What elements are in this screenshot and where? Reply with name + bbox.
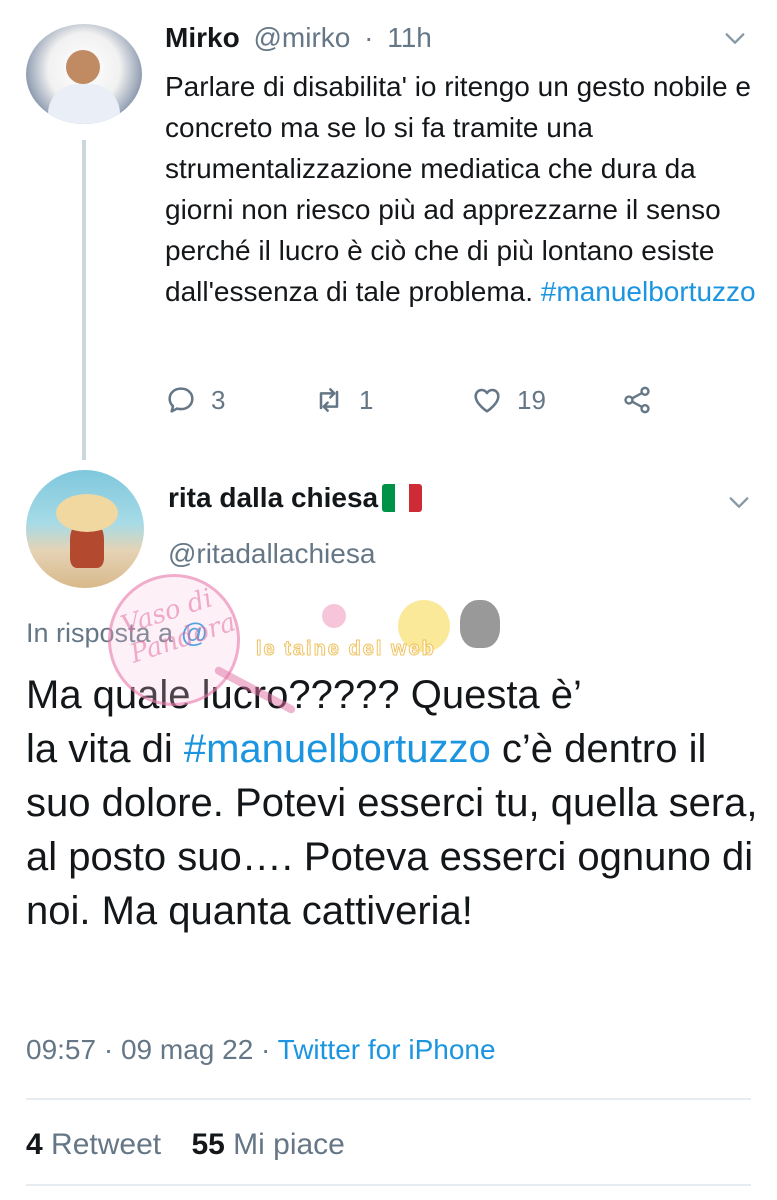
reply-author-name[interactable]: Mirko xyxy=(165,22,240,53)
tweet-source-link[interactable]: Twitter for iPhone xyxy=(278,1034,496,1065)
retweets-stat-label: Retweet xyxy=(51,1128,162,1161)
share-icon xyxy=(621,384,653,416)
reply-text-body: Parlare di disabilita' io ritengo un ges… xyxy=(165,71,751,307)
divider xyxy=(26,1098,751,1100)
likes-stat-label: Mi piace xyxy=(233,1128,345,1161)
retweets-stat-count: 4 xyxy=(26,1128,43,1161)
reply-time[interactable]: 11h xyxy=(387,22,432,53)
reply-count: 3 xyxy=(211,384,226,415)
tweet-hashtag-link[interactable]: #manuelbortuzzo xyxy=(184,727,491,771)
tweet-text-prefix: la vita di xyxy=(26,727,184,771)
reply-author-avatar[interactable] xyxy=(26,24,142,124)
reply-to-label: In risposta a xyxy=(26,618,174,648)
reply-menu-chevron-down-icon[interactable] xyxy=(724,28,746,50)
reply-header: Mirko @mirko · 11h xyxy=(165,22,432,58)
likes-stat[interactable]: 55 Mi piace xyxy=(191,1128,344,1161)
author-avatar[interactable] xyxy=(26,470,144,588)
tweet-text-line1: Ma quale lucro????? Questa è’ xyxy=(26,673,582,717)
retweets-stat[interactable]: 4 Retweet xyxy=(26,1128,161,1161)
like-button[interactable]: 19 xyxy=(471,380,546,420)
tweet-timestamp: 09:57 · 09 mag 22 · xyxy=(26,1034,278,1065)
tweet-text: Ma quale lucro????? Questa è’ la vita di… xyxy=(26,668,761,938)
heart-icon xyxy=(471,384,503,416)
tweet-menu-chevron-down-icon[interactable] xyxy=(728,492,750,514)
author-name[interactable]: rita dalla chiesa xyxy=(168,482,423,514)
like-count: 19 xyxy=(517,384,546,415)
author-handle[interactable]: @ritadallachiesa xyxy=(168,538,375,570)
reply-author-handle[interactable]: @mirko xyxy=(253,22,350,53)
retweet-button[interactable]: 1 xyxy=(313,380,373,420)
tweet-stats: 4 Retweet 55 Mi piace xyxy=(26,1128,345,1162)
thread-line xyxy=(82,140,86,460)
reply-tweet: Mirko @mirko · 11h Parlare di disabilita… xyxy=(0,0,777,460)
share-button[interactable] xyxy=(621,380,653,420)
author-name-text: rita dalla chiesa xyxy=(168,482,379,513)
reply-context: In risposta a @ xyxy=(26,618,208,649)
retweet-icon xyxy=(313,384,345,416)
reply-actions: 3 1 19 xyxy=(165,380,725,420)
likes-stat-count: 55 xyxy=(191,1128,225,1161)
retweet-count: 1 xyxy=(359,384,374,415)
reply-text: Parlare di disabilita' io ritengo un ges… xyxy=(165,66,765,312)
separator-dot: · xyxy=(364,22,374,53)
italy-flag-icon xyxy=(382,484,423,512)
tweet-meta: 09:57 · 09 mag 22 · Twitter for iPhone xyxy=(26,1034,496,1066)
reply-button[interactable]: 3 xyxy=(165,380,225,420)
comment-icon xyxy=(165,384,197,416)
divider xyxy=(26,1184,751,1186)
reply-hashtag-link[interactable]: #manuelbortuzzo xyxy=(541,276,756,307)
reply-to-handle-link[interactable]: @ xyxy=(181,618,208,648)
main-tweet: rita dalla chiesa @ritadallachiesa In ri… xyxy=(0,460,777,1200)
